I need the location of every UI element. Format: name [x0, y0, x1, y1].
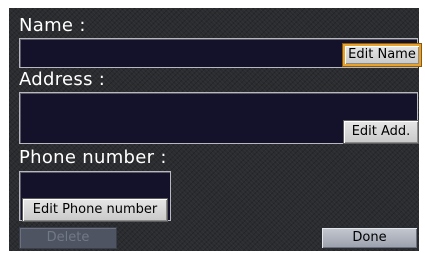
entry-editor-screen: Name : Edit Name Address : Edit Add. Pho… [9, 8, 421, 251]
phone-number-label: Phone number : [19, 147, 167, 168]
edit-address-button[interactable]: Edit Add. [343, 120, 419, 144]
edit-phone-number-button[interactable]: Edit Phone number [22, 198, 168, 222]
address-label: Address : [19, 69, 106, 90]
done-button[interactable]: Done [321, 227, 418, 249]
edit-name-button[interactable]: Edit Name [343, 44, 421, 66]
delete-button[interactable]: Delete [19, 227, 117, 249]
name-label: Name : [19, 15, 86, 36]
